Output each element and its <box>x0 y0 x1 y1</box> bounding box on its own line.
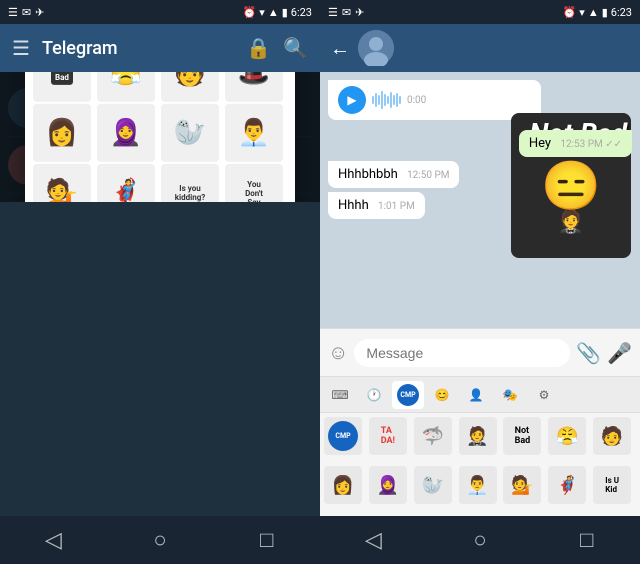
sticker-pack-dialog: CompleteMemePack CMP TADA! 🦈 🤵 NotBad <box>25 72 295 202</box>
person-tab[interactable]: 👤 <box>460 381 492 409</box>
sticker-tray-tabs: ⌨ 🕐 CMP 😊 👤 🎭 ⚙ <box>320 377 640 413</box>
left-panel: ☰ ✉ ✈ ⏰ ▾ ▲ ▮ 6:23 ☰ Telegram 🔒 🔍 Chat 1… <box>0 0 320 564</box>
message-hhhbhbbh: Hhhbhbbh 12:50 PM <box>328 161 459 188</box>
wifi-icon: ▾ <box>259 6 265 19</box>
tray-sticker-suit[interactable]: 👨‍💼 <box>459 466 497 504</box>
cmp-tab[interactable]: CMP <box>392 381 424 409</box>
hamburger-menu-icon[interactable]: ☰ <box>12 36 30 60</box>
signal-icon: ▲ <box>268 6 279 19</box>
right-battery-icon: ▮ <box>602 6 608 19</box>
emoji-tab[interactable]: 😊 <box>426 381 458 409</box>
attach-icon[interactable]: 📎 <box>576 341 601 365</box>
right-alarm-icon: ⏰ <box>563 6 577 19</box>
recent-tab[interactable]: 🕐 <box>358 381 390 409</box>
tray-sticker-hero[interactable]: 🦸 <box>548 466 586 504</box>
tray-sticker-seal[interactable]: 🦭 <box>414 466 452 504</box>
sticker-char2: 🧑 <box>161 72 219 102</box>
tray-sticker-cmp[interactable]: CMP <box>324 417 362 455</box>
lock-icon[interactable]: 🔒 <box>246 36 271 60</box>
right-mail-icon: ✉ <box>342 6 351 19</box>
sticker-youdontsa: YouDon'tSay <box>225 164 283 202</box>
tray-sticker-question[interactable]: Is UKid <box>593 466 631 504</box>
sticker-ironman: 🦸 <box>97 164 155 202</box>
chat-area: ▶ 0:00 Not Bad 😑 🤵 <box>320 72 640 328</box>
tray-sticker-blue[interactable]: 🦈 <box>414 417 452 455</box>
right-menu-icon: ☰ <box>328 6 338 19</box>
mail-icon: ✉ <box>22 6 31 19</box>
right-wifi-icon: ▾ <box>579 6 585 19</box>
right-recents-button[interactable]: □ <box>557 516 617 564</box>
sticker-rage: 😤 <box>97 72 155 102</box>
right-status-icons: ☰ ✉ ✈ <box>328 6 364 19</box>
alarm-icon: ⏰ <box>243 6 257 19</box>
sticker-suited2: 👨‍💼 <box>225 104 283 162</box>
right-telegram-icon: ✈ <box>355 6 364 19</box>
sticker-woman2: 💁 <box>33 164 91 202</box>
tray-sticker-notbad[interactable]: NotBad <box>503 417 541 455</box>
right-panel: ☰ ✉ ✈ ⏰ ▾ ▲ ▮ 6:23 ← ▶ <box>320 0 640 564</box>
right-bottom-nav: ◁ ○ □ <box>320 516 640 564</box>
emoji-icon[interactable]: ☺ <box>328 340 348 365</box>
left-back-button[interactable]: ◁ <box>23 516 83 564</box>
keyboard-tab[interactable]: ⌨ <box>324 381 356 409</box>
left-home-button[interactable]: ○ <box>130 516 190 564</box>
tray-sticker-rage[interactable]: 😤 <box>548 417 586 455</box>
contact-avatar <box>358 30 394 66</box>
message-input-bar: ☺ 📎 🎤 <box>320 328 640 376</box>
left-time: 6:23 <box>291 6 312 19</box>
right-signal-icon: ▲ <box>588 6 599 19</box>
tray-sticker-man1[interactable]: 🤵 <box>459 417 497 455</box>
sticker-seal: 🦭 <box>161 104 219 162</box>
play-button[interactable]: ▶ <box>338 86 366 114</box>
left-bottom-nav: ◁ ○ □ <box>0 516 320 564</box>
right-status-right: ⏰ ▾ ▲ ▮ 6:23 <box>563 6 632 19</box>
right-home-button[interactable]: ○ <box>450 516 510 564</box>
right-top-bar: ← <box>320 24 640 72</box>
telegram-icon-status: ✈ <box>35 6 44 19</box>
message-input[interactable] <box>354 339 570 367</box>
sticker-kidding: Is youkidding? <box>161 164 219 202</box>
tray-sticker-char[interactable]: 🧑 <box>593 417 631 455</box>
left-top-bar: ☰ Telegram 🔒 🔍 <box>0 24 320 72</box>
tray-sticker-woman[interactable]: 👩 <box>324 466 362 504</box>
left-status-bar: ☰ ✉ ✈ ⏰ ▾ ▲ ▮ 6:23 <box>0 0 320 24</box>
back-arrow-icon[interactable]: ← <box>330 36 350 61</box>
theater-tab[interactable]: 🎭 <box>494 381 526 409</box>
tray-sticker-woman2[interactable]: 💁 <box>503 466 541 504</box>
left-recents-button[interactable]: □ <box>237 516 297 564</box>
voice-time: 0:00 <box>407 95 426 106</box>
right-back-button[interactable]: ◁ <box>343 516 403 564</box>
chat-list-background: Chat 1 Last message... Chat 2 Last messa… <box>0 72 320 202</box>
left-status-right: ⏰ ▾ ▲ ▮ 6:23 <box>243 6 312 19</box>
sticker-muslim-woman: 🧕 <box>97 104 155 162</box>
message-hhhh: Hhhh 1:01 PM <box>328 192 425 219</box>
battery-icon: ▮ <box>282 6 288 19</box>
settings-tab[interactable]: ⚙ <box>528 381 560 409</box>
sticker-tray-grid: CMP TADA! 🦈 🤵 NotBad 😤 🧑 👩 🧕 🦭 👨‍💼 💁 🦸 I… <box>320 413 640 516</box>
tray-sticker-hijab[interactable]: 🧕 <box>369 466 407 504</box>
search-icon[interactable]: 🔍 <box>283 36 308 60</box>
sticker-trainer: 🎩 <box>225 72 283 102</box>
message-hey: Hey 12:53 PM ✓✓ <box>519 130 632 157</box>
right-status-bar: ☰ ✉ ✈ ⏰ ▾ ▲ ▮ 6:23 <box>320 0 640 24</box>
right-time: 6:23 <box>611 6 632 19</box>
sticker-tray: ⌨ 🕐 CMP 😊 👤 🎭 ⚙ CMP TADA! 🦈 🤵 NotBad 😤 🧑… <box>320 376 640 516</box>
mic-icon[interactable]: 🎤 <box>607 341 632 365</box>
sticker-woman: 👩 <box>33 104 91 162</box>
menu-icon-status: ☰ <box>8 6 18 19</box>
tray-sticker-tada[interactable]: TADA! <box>369 417 407 455</box>
left-status-icons: ☰ ✉ ✈ <box>8 6 44 19</box>
sticker-notbad: NotBad <box>33 72 91 102</box>
sticker-preview-grid: CMP TADA! 🦈 🤵 NotBad 😤 <box>25 72 295 202</box>
waveform <box>372 91 401 109</box>
app-title: Telegram <box>42 38 234 59</box>
